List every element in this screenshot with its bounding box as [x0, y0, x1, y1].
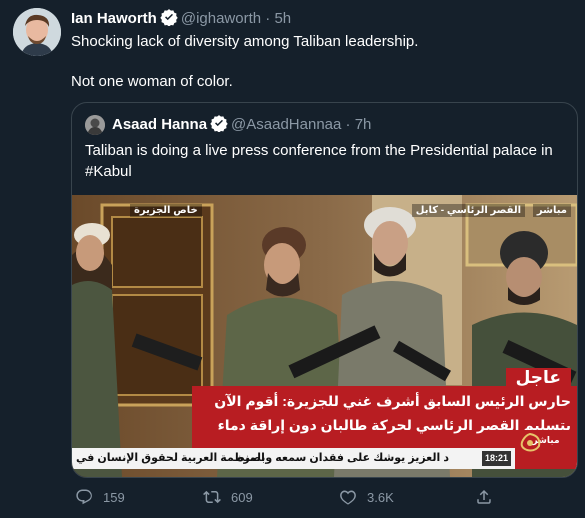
quoted-media-image[interactable]: خاص الجزيرة القصر الرئاسي - كابل مباشر ع…: [72, 195, 577, 477]
quoted-author-name[interactable]: Asaad Hanna: [112, 116, 207, 133]
like-count: 3.6K: [367, 489, 394, 505]
share-button[interactable]: [475, 488, 493, 506]
exclusive-tag: خاص الجزيرة: [130, 204, 202, 217]
reply-count: 159: [103, 489, 125, 505]
separator-dot: ·: [265, 10, 271, 27]
heart-icon: [340, 490, 356, 505]
location-tag: القصر الرئاسي - كابل: [411, 204, 525, 217]
quoted-verified-badge-icon: [210, 114, 228, 138]
quoted-tweet[interactable]: Asaad Hanna @AsaadHannaa · 7h Taliban is …: [71, 102, 578, 478]
breaking-line-1: حارس الرئيس السابق أشرف غني للجزيرة: أقو…: [214, 393, 571, 409]
author-avatar[interactable]: [13, 8, 61, 56]
channel-logo-icon: مباشر: [515, 430, 577, 469]
like-button[interactable]: 3.6K: [339, 488, 394, 506]
tweet-text: Shocking lack of diversity among Taliban…: [71, 32, 571, 92]
author-name[interactable]: Ian Haworth: [71, 10, 157, 27]
quoted-author-handle[interactable]: @AsaadHannaa: [231, 116, 341, 133]
author-handle[interactable]: @ighaworth: [181, 10, 261, 27]
ticker-text-1: د العزيز يوشك على فقدان سمعه وبصره: [237, 452, 449, 464]
tweet-text-line1: Shocking lack of diversity among Taliban…: [71, 33, 419, 50]
verified-badge-icon: [160, 8, 178, 32]
quoted-separator-dot: ·: [345, 116, 351, 133]
quoted-author-avatar[interactable]: [85, 115, 105, 135]
tweet-text-line2: Not one woman of color.: [71, 73, 233, 90]
retweet-button[interactable]: 609: [203, 488, 253, 506]
quoted-header: Asaad Hanna @AsaadHannaa · 7h: [112, 114, 371, 138]
reply-button[interactable]: 159: [75, 488, 125, 506]
tweet-header: Ian Haworth @ighaworth · 5h: [71, 8, 291, 32]
quoted-text: Taliban is doing a live press conference…: [85, 142, 553, 180]
tweet-actions: 159 609 3.6K: [71, 488, 576, 512]
reply-icon: [76, 489, 92, 505]
live-tag: مباشر: [532, 204, 571, 217]
retweet-count: 609: [231, 489, 253, 505]
ticker-time: 18:21: [481, 451, 511, 466]
quoted-time[interactable]: 7h: [355, 116, 372, 133]
share-icon: [477, 489, 491, 504]
breaking-label: عاجل: [505, 368, 571, 388]
retweet-icon: [203, 490, 221, 504]
tweet-time[interactable]: 5h: [274, 10, 291, 27]
news-ticker: المنظمة العربية لحقوق الإنسان في د العزي…: [72, 430, 577, 469]
